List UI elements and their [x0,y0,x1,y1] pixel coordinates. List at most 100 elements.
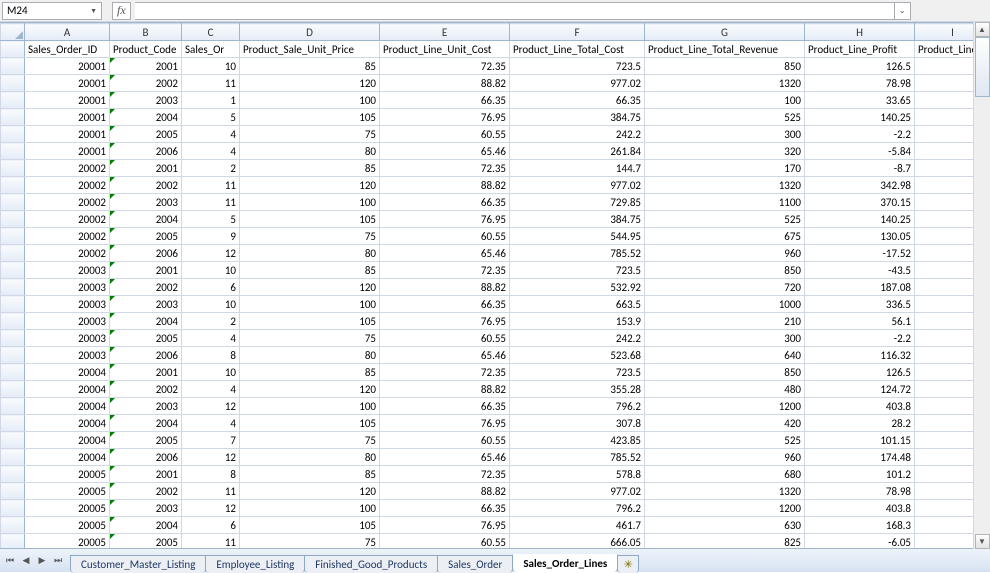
cell[interactable]: 20004 [25,415,110,432]
sheet-tab[interactable]: Customer_Master_Listing [70,555,206,573]
cell[interactable]: 20003 [25,313,110,330]
header-cell[interactable]: Product_Line_Profit [805,41,915,58]
cell[interactable]: -6.05 [805,534,915,549]
cell[interactable]: 76.95 [380,109,510,126]
cell[interactable]: 66.35 [380,398,510,415]
cell[interactable]: 11 [182,194,240,211]
row-header[interactable] [1,177,25,194]
cell[interactable]: -5.84 [805,143,915,160]
cell[interactable]: 20002 [25,245,110,262]
row-header[interactable] [1,313,25,330]
cell[interactable]: 2004 [110,109,182,126]
cell[interactable]: 20001 [25,92,110,109]
cell[interactable]: 1 [182,92,240,109]
header-cell[interactable]: Product_Line_Unit_Cost [380,41,510,58]
cell[interactable]: 2005 [110,330,182,347]
scroll-track[interactable] [975,37,990,534]
col-header-F[interactable]: F [510,24,645,41]
sheet-tab[interactable]: Sales_Order [437,555,513,573]
row-header[interactable] [1,92,25,109]
cell[interactable]: 1200 [645,500,805,517]
cell[interactable]: 75 [240,228,380,245]
cell[interactable]: 2001 [110,466,182,483]
cell[interactable]: 10 [182,58,240,75]
cell[interactable]: 2003 [110,296,182,313]
cell[interactable]: 525 [645,432,805,449]
col-header-A[interactable]: A [25,24,110,41]
cell[interactable]: 144.7 [510,160,645,177]
cell[interactable]: 65.46 [380,347,510,364]
cell[interactable]: 7 [182,432,240,449]
cell[interactable]: 33.65 [805,92,915,109]
cell[interactable]: 6 [182,279,240,296]
row-header[interactable] [1,534,25,549]
cell[interactable]: 666.05 [510,534,645,549]
cell[interactable]: 20004 [25,432,110,449]
row-header[interactable] [1,432,25,449]
cell[interactable]: 10 [182,296,240,313]
cell[interactable]: 75 [240,126,380,143]
cell[interactable]: 20002 [25,194,110,211]
cell[interactable]: 384.75 [510,109,645,126]
cell[interactable]: 320 [645,143,805,160]
row-header[interactable] [1,126,25,143]
row-header[interactable] [1,194,25,211]
cell[interactable]: 403.8 [805,398,915,415]
header-cell[interactable]: Product_Code [110,41,182,58]
cell[interactable]: 120 [240,177,380,194]
cell[interactable]: 4 [182,143,240,160]
cell[interactable]: 60.55 [380,228,510,245]
cell[interactable]: 20005 [25,534,110,549]
col-header-B[interactable]: B [110,24,182,41]
cell[interactable]: 20005 [25,517,110,534]
cell[interactable]: 66.35 [380,500,510,517]
cell[interactable]: 2005 [110,126,182,143]
cell[interactable]: 663.5 [510,296,645,313]
cell[interactable]: 640 [645,347,805,364]
cell[interactable]: 85 [240,160,380,177]
cell[interactable]: 20002 [25,211,110,228]
cell[interactable]: 28.2 [805,415,915,432]
cell[interactable]: 675 [645,228,805,245]
cell[interactable]: 120 [240,381,380,398]
cell[interactable]: 65.46 [380,245,510,262]
row-header[interactable] [1,279,25,296]
cell[interactable]: 796.2 [510,398,645,415]
sheet-tab[interactable]: Sales_Order_Lines [512,554,618,572]
cell[interactable]: 105 [240,517,380,534]
row-header[interactable] [1,466,25,483]
cell[interactable]: 825 [645,534,805,549]
cell[interactable]: 630 [645,517,805,534]
cell[interactable]: 977.02 [510,483,645,500]
cell[interactable]: 261.84 [510,143,645,160]
cell[interactable]: 960 [645,245,805,262]
cell[interactable]: 100 [240,500,380,517]
cell[interactable]: 126.5 [805,58,915,75]
cell[interactable]: 2002 [110,483,182,500]
cell[interactable]: 1320 [645,177,805,194]
cell[interactable]: 977.02 [510,75,645,92]
cell[interactable]: 342.98 [805,177,915,194]
insert-function-button[interactable]: fx [112,2,131,20]
cell[interactable]: 960 [645,449,805,466]
cell[interactable]: 88.82 [380,279,510,296]
cell[interactable]: 20004 [25,449,110,466]
row-header[interactable] [1,58,25,75]
cell[interactable]: 403.8 [805,500,915,517]
worksheet-grid[interactable]: A B C D E F G H I Sales_Order_IDProduct_… [0,23,990,548]
cell[interactable]: 72.35 [380,58,510,75]
cell[interactable]: 723.5 [510,262,645,279]
cell[interactable]: 101.15 [805,432,915,449]
row-header[interactable] [1,415,25,432]
row-header[interactable] [1,143,25,160]
cell[interactable]: 174.48 [805,449,915,466]
cell[interactable]: 532.92 [510,279,645,296]
cell[interactable]: 120 [240,75,380,92]
cell[interactable]: 12 [182,500,240,517]
cell[interactable]: 2003 [110,92,182,109]
col-header-E[interactable]: E [380,24,510,41]
cell[interactable]: 85 [240,364,380,381]
cell[interactable]: 88.82 [380,75,510,92]
cell[interactable]: 20003 [25,296,110,313]
sheet-tab[interactable]: Finished_Good_Products [304,555,438,573]
